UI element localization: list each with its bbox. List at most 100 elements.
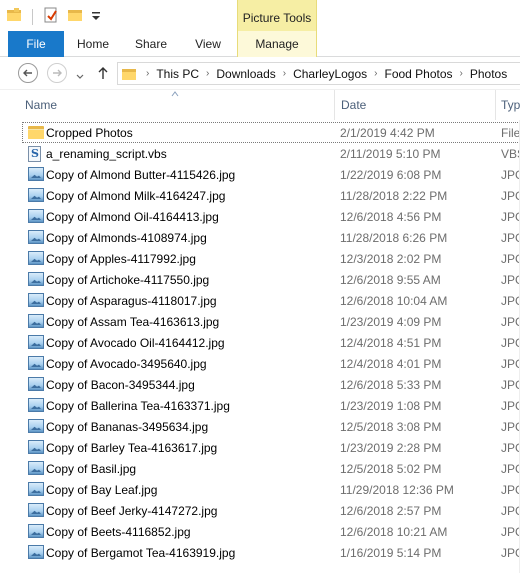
jpg-image-icon — [28, 188, 44, 203]
qat-separator — [32, 8, 33, 25]
file-type: JPG — [501, 546, 520, 560]
breadcrumb-separator[interactable]: › — [455, 68, 468, 79]
file-date: 11/29/2018 12:36 PM — [340, 483, 454, 497]
tab-file[interactable]: File — [8, 31, 64, 57]
breadcrumb-photos[interactable]: Photos — [468, 67, 509, 81]
file-date: 2/1/2019 4:42 PM — [340, 126, 435, 140]
file-row[interactable]: Copy of Avocado-3495640.jpg 12/4/2018 4:0… — [22, 353, 520, 374]
breadcrumb-separator[interactable]: › — [278, 68, 291, 79]
breadcrumb-food-photos[interactable]: Food Photos — [382, 67, 454, 81]
file-row[interactable]: Copy of Bacon-3495344.jpg 12/6/2018 5:33 … — [22, 374, 520, 395]
tab-view[interactable]: View — [180, 31, 236, 57]
file-name[interactable]: Copy of Bay Leaf.jpg — [46, 483, 157, 497]
folder-icon[interactable] — [6, 7, 22, 26]
file-type: JPG — [501, 231, 520, 245]
file-row[interactable]: Copy of Asparagus-4118017.jpg 12/6/2018 1… — [22, 290, 520, 311]
jpg-image-icon — [28, 545, 44, 560]
file-row[interactable]: Copy of Artichoke-4117550.jpg 12/6/2018 9… — [22, 269, 520, 290]
file-type: JPG — [501, 273, 520, 287]
file-name[interactable]: Copy of Bergamot Tea-4163919.jpg — [46, 546, 235, 560]
jpg-image-icon — [28, 209, 44, 224]
breadcrumb-separator[interactable]: › — [369, 68, 382, 79]
file-row[interactable]: Cropped Photos 2/1/2019 4:42 PM File — [22, 122, 520, 143]
file-name[interactable]: Cropped Photos — [46, 126, 133, 140]
back-button[interactable] — [18, 63, 38, 83]
jpg-image-icon — [28, 419, 44, 434]
column-header-type[interactable]: Typ — [501, 98, 520, 112]
file-name[interactable]: Copy of Beef Jerky-4147272.jpg — [46, 504, 217, 518]
file-row[interactable]: Copy of Almond Milk-4164247.jpg 11/28/201… — [22, 185, 520, 206]
file-name[interactable]: Copy of Bacon-3495344.jpg — [46, 378, 195, 392]
quick-access-toolbar — [6, 7, 101, 26]
file-list: Cropped Photos 2/1/2019 4:42 PM File a_rena… — [22, 122, 520, 563]
file-type: JPG — [501, 378, 520, 392]
breadcrumb-charleylogos[interactable]: CharleyLogos — [291, 67, 369, 81]
file-date: 1/16/2019 5:14 PM — [340, 546, 442, 560]
file-name[interactable]: Copy of Barley Tea-4163617.jpg — [46, 441, 217, 455]
arrow-right-icon — [53, 69, 62, 77]
file-name[interactable]: Copy of Almond Butter-4115426.jpg — [46, 168, 235, 182]
file-type: JPG — [501, 210, 520, 224]
forward-button[interactable] — [47, 63, 67, 83]
column-divider[interactable] — [334, 90, 335, 120]
file-row[interactable]: Copy of Beets-4116852.jpg 12/6/2018 10:21… — [22, 521, 520, 542]
file-row[interactable]: Copy of Basil.jpg 12/5/2018 5:02 PM JPG — [22, 458, 520, 479]
file-date: 11/28/2018 6:26 PM — [340, 231, 448, 245]
customize-dropdown-icon[interactable] — [91, 7, 101, 26]
tab-share[interactable]: Share — [122, 31, 180, 57]
file-row[interactable]: Copy of Bay Leaf.jpg 11/29/2018 12:36 PM J… — [22, 479, 520, 500]
file-row[interactable]: a_renaming_script.vbs 2/11/2019 5:10 PM VB… — [22, 143, 520, 164]
navigation-bar: › This PC › Downloads › CharleyLogos › F… — [0, 57, 520, 90]
file-name[interactable]: Copy of Apples-4117992.jpg — [46, 252, 196, 266]
tab-manage[interactable]: Manage — [237, 31, 317, 57]
ribbon-tabs: File Home Share View Manage — [0, 31, 520, 57]
file-name[interactable]: Copy of Assam Tea-4163613.jpg — [46, 315, 219, 329]
address-bar[interactable]: › This PC › Downloads › CharleyLogos › F… — [117, 62, 520, 85]
file-row[interactable]: Copy of Almond Oil-4164413.jpg 12/6/2018 … — [22, 206, 520, 227]
file-row[interactable]: Copy of Barley Tea-4163617.jpg 1/23/2019 … — [22, 437, 520, 458]
tab-home[interactable]: Home — [64, 31, 122, 57]
file-name[interactable]: Copy of Bananas-3495634.jpg — [46, 420, 208, 434]
column-header-date[interactable]: Date — [341, 98, 366, 112]
file-name[interactable]: Copy of Basil.jpg — [46, 462, 136, 476]
file-date: 12/4/2018 4:51 PM — [340, 336, 442, 350]
file-type: JPG — [501, 504, 520, 518]
breadcrumb-downloads[interactable]: Downloads — [214, 67, 277, 81]
column-divider[interactable] — [495, 90, 496, 120]
jpg-image-icon — [28, 272, 44, 287]
file-type: JPG — [501, 336, 520, 350]
file-row[interactable]: Copy of Bergamot Tea-4163919.jpg 1/16/201… — [22, 542, 520, 563]
file-name[interactable]: Copy of Almonds-4108974.jpg — [46, 231, 207, 245]
file-row[interactable]: Copy of Bananas-3495634.jpg 12/5/2018 3:0… — [22, 416, 520, 437]
file-name[interactable]: Copy of Almond Milk-4164247.jpg — [46, 189, 225, 203]
breadcrumb-separator[interactable]: › — [141, 68, 154, 79]
file-name[interactable]: Copy of Ballerina Tea-4163371.jpg — [46, 399, 230, 413]
file-row[interactable]: Copy of Beef Jerky-4147272.jpg 12/6/2018 … — [22, 500, 520, 521]
recent-locations-chevron-icon[interactable] — [76, 69, 84, 83]
file-row[interactable]: Copy of Avocado Oil-4164412.jpg 12/4/2018… — [22, 332, 520, 353]
up-button[interactable] — [94, 63, 112, 83]
file-row[interactable]: Copy of Ballerina Tea-4163371.jpg 1/23/20… — [22, 395, 520, 416]
file-row[interactable]: Copy of Almond Butter-4115426.jpg 1/22/20… — [22, 164, 520, 185]
picture-tools-header: Picture Tools — [237, 0, 317, 31]
new-folder-icon[interactable] — [67, 7, 83, 26]
folder-icon — [28, 125, 44, 140]
file-name[interactable]: Copy of Avocado-3495640.jpg — [46, 357, 207, 371]
file-row[interactable]: Copy of Apples-4117992.jpg 12/3/2018 2:02… — [22, 248, 520, 269]
file-row[interactable]: Copy of Assam Tea-4163613.jpg 1/23/2019 4… — [22, 311, 520, 332]
jpg-image-icon — [28, 377, 44, 392]
file-name[interactable]: Copy of Artichoke-4117550.jpg — [46, 273, 209, 287]
file-name[interactable]: a_renaming_script.vbs — [46, 147, 167, 161]
file-type: JPG — [501, 420, 520, 434]
file-type: JPG — [501, 357, 520, 371]
file-row[interactable]: Copy of Almonds-4108974.jpg 11/28/2018 6:… — [22, 227, 520, 248]
column-header-name[interactable]: Name — [25, 98, 57, 112]
file-name[interactable]: Copy of Almond Oil-4164413.jpg — [46, 210, 219, 224]
file-name[interactable]: Copy of Beets-4116852.jpg — [46, 525, 191, 539]
breadcrumb-separator[interactable]: › — [201, 68, 214, 79]
properties-icon[interactable] — [43, 7, 59, 26]
file-name[interactable]: Copy of Avocado Oil-4164412.jpg — [46, 336, 225, 350]
file-name[interactable]: Copy of Asparagus-4118017.jpg — [46, 294, 217, 308]
breadcrumb-this-pc[interactable]: This PC — [154, 67, 201, 81]
file-date: 1/23/2019 1:08 PM — [340, 399, 442, 413]
